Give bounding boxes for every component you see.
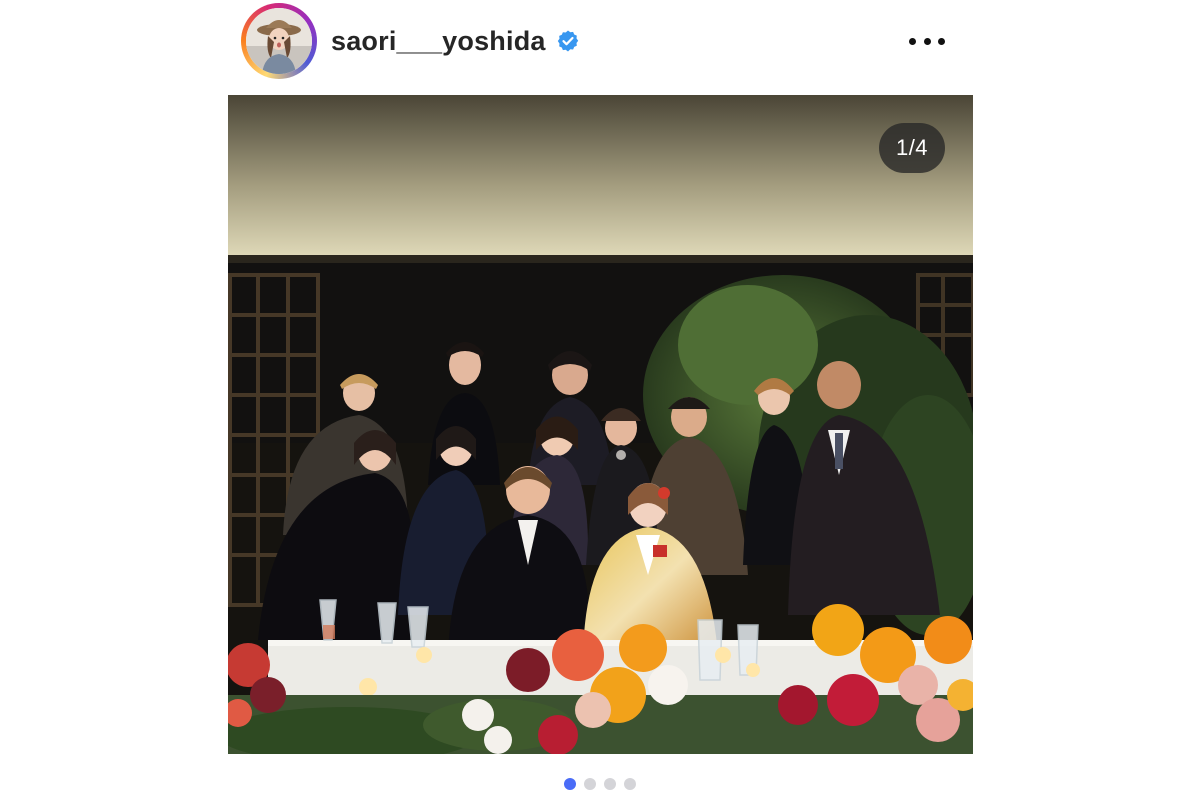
username-row: saori___yoshida: [331, 24, 580, 58]
avatar-photo: [246, 8, 312, 74]
instagram-post: saori___yoshida 1/4: [0, 0, 1200, 800]
carousel-dot-2[interactable]: [584, 778, 596, 790]
more-options-icon[interactable]: [909, 28, 945, 54]
carousel-dots: [564, 778, 636, 790]
more-dot: [909, 37, 916, 45]
username-link[interactable]: saori___yoshida: [331, 26, 546, 57]
avatar[interactable]: [246, 8, 312, 74]
verified-badge-icon: [556, 29, 580, 53]
group-photo-image: [228, 95, 973, 754]
carousel-dot-3[interactable]: [604, 778, 616, 790]
more-dot: [923, 37, 931, 45]
more-dot: [938, 37, 945, 45]
carousel-counter: 1/4: [879, 123, 945, 173]
story-ring[interactable]: [241, 3, 317, 79]
post-header: saori___yoshida: [228, 0, 973, 84]
carousel-dot-4[interactable]: [624, 778, 636, 790]
post-photo[interactable]: 1/4: [228, 95, 973, 754]
carousel-dot-1[interactable]: [564, 778, 576, 790]
